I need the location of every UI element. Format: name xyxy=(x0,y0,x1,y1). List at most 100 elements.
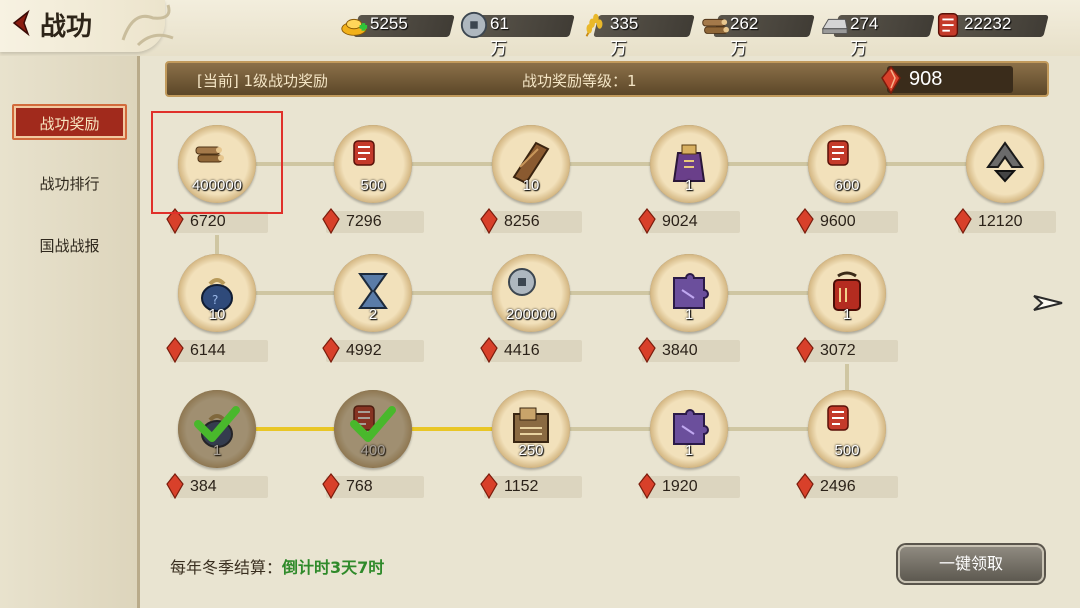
reward-cost: 768 xyxy=(322,473,424,499)
merit-gem-icon xyxy=(881,66,901,94)
merit-gem-icon xyxy=(796,337,814,363)
merit-gem-icon xyxy=(166,473,184,499)
merit-gem-icon xyxy=(480,208,498,234)
page-title: 战功 xyxy=(40,12,93,42)
reward-cost: 12120 xyxy=(954,208,1056,234)
reward-node[interactable]: 500 xyxy=(334,125,412,203)
reward-node[interactable]: 400 xyxy=(334,390,412,468)
merit-gem-icon xyxy=(796,473,814,499)
reward-cost: 6144 xyxy=(166,337,268,363)
path-connector xyxy=(728,291,808,295)
grain-icon xyxy=(585,13,603,37)
sidebar: 战功奖励 战功排行 国战战报 xyxy=(0,56,140,608)
sidebar-item-merit-rewards[interactable]: 战功奖励 xyxy=(12,104,127,140)
cost-value: 9024 xyxy=(662,213,698,230)
reward-node[interactable]: 10 xyxy=(492,125,570,203)
cost-value: 384 xyxy=(190,478,217,495)
emblem-icon xyxy=(986,141,1024,183)
claim-all-button[interactable]: 一键领取 xyxy=(898,545,1044,583)
path-connector xyxy=(570,291,650,295)
cost-value: 3072 xyxy=(820,342,856,359)
merit-gem-icon xyxy=(322,208,340,234)
reward-cost: 1920 xyxy=(638,473,740,499)
countdown-timer: 倒计时3天7时 xyxy=(282,558,385,577)
sidebar-item-war-report[interactable]: 国战战报 xyxy=(12,228,127,264)
reward-node[interactable]: 1 xyxy=(650,390,728,468)
cost-value: 7296 xyxy=(346,213,382,230)
cost-value: 8256 xyxy=(504,213,540,230)
reward-node[interactable]: 1 xyxy=(808,254,886,332)
merit-points-value: 908 xyxy=(909,68,943,90)
merit-gem-icon xyxy=(954,208,972,234)
path-connector xyxy=(728,427,808,431)
current-level-label: [当前] 1级战功奖励 xyxy=(197,72,329,90)
iron-icon xyxy=(821,18,848,34)
merit-gem-icon xyxy=(796,208,814,234)
cost-value: 1152 xyxy=(504,478,539,495)
reward-count: 400 xyxy=(360,442,386,459)
resource-value: 335万 xyxy=(610,14,639,58)
reward-count: 600 xyxy=(834,177,860,194)
cost-value: 6144 xyxy=(190,342,226,359)
reward-node[interactable]: ? 1 xyxy=(178,390,256,468)
path-connector xyxy=(728,162,808,166)
path-connector xyxy=(412,291,492,295)
path-connector xyxy=(570,427,650,431)
reward-node[interactable]: 250 xyxy=(492,390,570,468)
path-connector xyxy=(412,427,492,431)
merit-gem-icon xyxy=(480,473,498,499)
claimed-check-icon xyxy=(350,406,396,442)
merit-gem-icon xyxy=(322,337,340,363)
reward-level-strip: [当前] 1级战功奖励 战功奖励等级：1 908 xyxy=(165,61,1049,97)
back-arrow-icon[interactable] xyxy=(6,8,36,38)
merit-gem-icon xyxy=(638,208,656,234)
reward-level-label: 战功奖励等级：1 xyxy=(522,72,637,90)
reward-count: 1 xyxy=(684,306,694,323)
reward-count: 1 xyxy=(684,177,694,194)
cost-value: 12120 xyxy=(978,213,1023,230)
reward-count: 1 xyxy=(684,442,694,459)
season-info: 每年冬季结算：倒计时3天7时 xyxy=(170,554,384,578)
merit-gem-icon xyxy=(638,473,656,499)
path-connector xyxy=(845,364,849,390)
reward-count: 10 xyxy=(208,306,226,323)
resource-value: 22232 xyxy=(964,14,1012,33)
svg-text:?: ? xyxy=(212,293,218,307)
path-connector xyxy=(256,291,334,295)
reward-count: 1 xyxy=(212,442,222,459)
reward-node[interactable]: 1 xyxy=(650,125,728,203)
selection-highlight xyxy=(151,111,283,214)
cost-value: 6720 xyxy=(190,213,226,230)
resource-value: 5255 xyxy=(370,14,408,33)
gold-ingot-icon xyxy=(341,18,368,36)
reward-cost: 6720 xyxy=(166,208,268,234)
path-connector xyxy=(570,162,650,166)
path-connector xyxy=(886,162,966,166)
reward-node[interactable]: 1 xyxy=(650,254,728,332)
reward-cost: 1152 xyxy=(480,473,582,499)
reward-count: 1 xyxy=(842,306,852,323)
copper-coin-icon xyxy=(460,11,488,39)
reward-node[interactable]: 200000 xyxy=(492,254,570,332)
merit-token-icon xyxy=(937,13,959,37)
cost-value: 768 xyxy=(346,478,373,495)
path-connector xyxy=(215,235,219,254)
reward-node[interactable]: 500 xyxy=(808,390,886,468)
reward-count: 200000 xyxy=(505,306,557,323)
reward-count: 2 xyxy=(368,306,378,323)
reward-cost: 7296 xyxy=(322,208,424,234)
reward-cost: 2496 xyxy=(796,473,898,499)
reward-cost: 384 xyxy=(166,473,268,499)
reward-node[interactable] xyxy=(966,125,1044,203)
path-connector xyxy=(256,427,334,431)
wood-icon xyxy=(702,18,729,34)
reward-node[interactable]: ? 10 xyxy=(178,254,256,332)
reward-cost: 9024 xyxy=(638,208,740,234)
next-page-arrow-icon[interactable] xyxy=(1032,292,1068,314)
reward-node[interactable]: 600 xyxy=(808,125,886,203)
sidebar-item-merit-ranking[interactable]: 战功排行 xyxy=(12,166,127,202)
resource-value: 274万 xyxy=(850,14,879,58)
reward-count: 500 xyxy=(360,177,386,194)
reward-node[interactable]: 2 xyxy=(334,254,412,332)
points-box xyxy=(887,66,1013,93)
